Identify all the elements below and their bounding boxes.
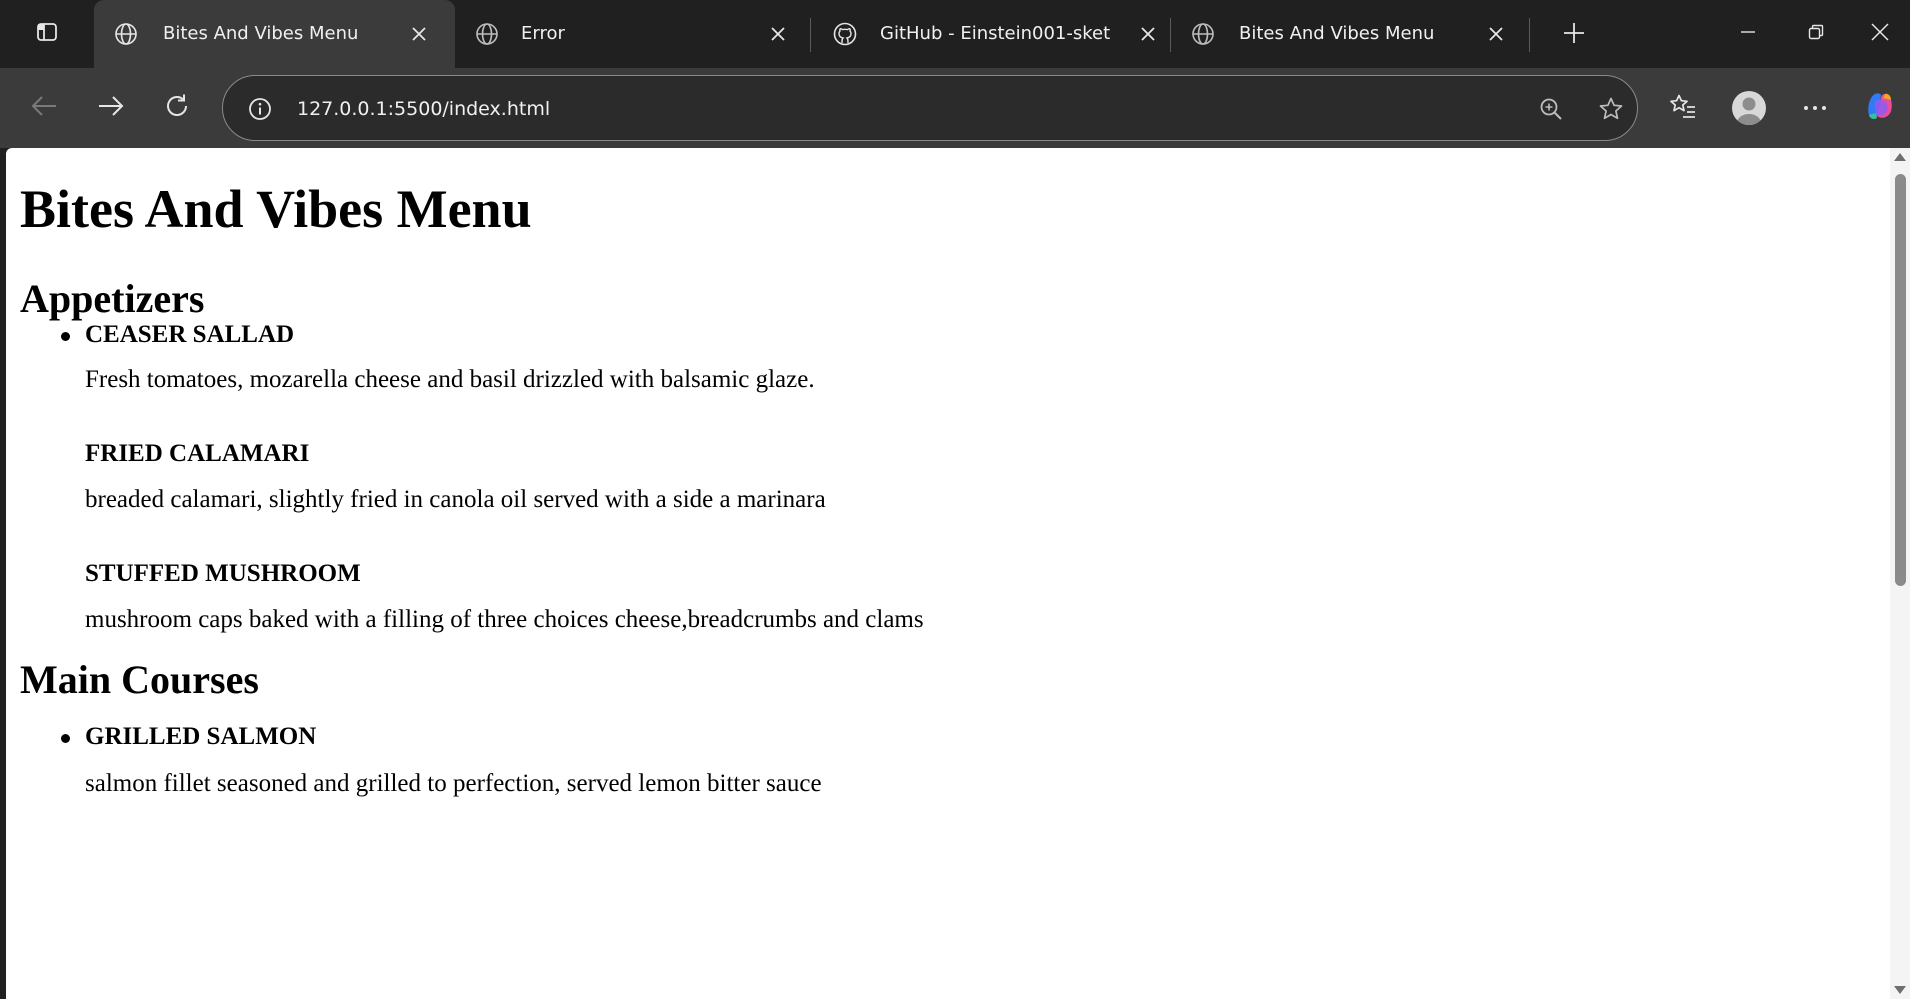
avatar [1732, 91, 1766, 125]
tab-title: GitHub - Einstein001-sketch [880, 23, 1110, 44]
scroll-down-arrow-icon[interactable] [1894, 986, 1906, 994]
list-bullet [61, 734, 70, 743]
menu-item-name: GRILLED SALMON [85, 723, 317, 750]
close-tab-icon[interactable] [407, 22, 431, 46]
copilot-icon [1863, 89, 1897, 128]
refresh-button[interactable] [157, 88, 197, 128]
tab-bites-and-vibes-menu-active[interactable]: Bites And Vibes Menu [94, 0, 455, 68]
close-window-button[interactable] [1850, 0, 1910, 68]
tab-actions-icon [36, 21, 58, 48]
copilot-button[interactable] [1860, 88, 1900, 128]
address-bar[interactable] [222, 75, 1638, 141]
section-heading-main-courses: Main Courses [20, 657, 259, 702]
tab-title: Bites And Vibes Menu [1239, 23, 1435, 44]
tab-actions-button[interactable] [0, 0, 94, 68]
minimize-button[interactable] [1714, 0, 1782, 68]
scroll-up-arrow-icon[interactable] [1894, 153, 1906, 161]
github-icon [833, 22, 857, 46]
forward-button[interactable] [91, 88, 131, 128]
globe-icon [114, 22, 138, 46]
arrow-left-icon [31, 95, 57, 122]
section-heading-appetizers: Appetizers [20, 276, 205, 321]
zoom-icon[interactable] [1537, 95, 1565, 123]
menu-item-description: salmon fillet seasoned and grilled to pe… [85, 770, 822, 797]
new-tab-button[interactable] [1555, 16, 1593, 54]
menu-item-name: CEASER SALLAD [85, 321, 295, 348]
tab-title: Error [521, 23, 565, 44]
restore-icon [1808, 24, 1824, 45]
tab-separator [1529, 18, 1530, 52]
menu-item-description: Fresh tomatoes, mozarella cheese and bas… [85, 366, 815, 393]
back-button[interactable] [24, 88, 64, 128]
vertical-scrollbar[interactable] [1890, 148, 1910, 999]
close-tab-icon[interactable] [1136, 22, 1160, 46]
menu-item-name: STUFFED MUSHROOM [85, 560, 361, 587]
globe-icon [475, 22, 499, 46]
browser-toolbar [0, 68, 1910, 148]
favorite-star-icon[interactable] [1597, 95, 1625, 123]
plus-icon [1563, 22, 1585, 49]
list-bullet [61, 332, 70, 341]
minimize-icon [1740, 24, 1756, 45]
site-info-icon[interactable] [247, 96, 273, 122]
tab-bites-and-vibes-menu[interactable]: Bites And Vibes Menu [1171, 0, 1529, 68]
refresh-icon [164, 93, 190, 124]
tab-strip: Bites And Vibes Menu Error GitHub - Eins… [0, 0, 1910, 68]
page-content: Bites And Vibes Menu Appetizers CEASER S… [6, 148, 1890, 999]
arrow-right-icon [98, 95, 124, 122]
scrollbar-thumb[interactable] [1895, 174, 1906, 586]
tab-github[interactable]: GitHub - Einstein001-sketch [811, 0, 1170, 68]
globe-icon [1191, 22, 1215, 46]
close-tab-icon[interactable] [1484, 22, 1508, 46]
favorites-list-icon [1669, 93, 1697, 124]
tab-error[interactable]: Error [455, 0, 810, 68]
favorites-button[interactable] [1663, 88, 1703, 128]
page-title: Bites And Vibes Menu [20, 179, 532, 239]
profile-button[interactable] [1729, 88, 1769, 128]
menu-item-name: FRIED CALAMARI [85, 440, 310, 467]
menu-item-description: mushroom caps baked with a filling of th… [85, 606, 924, 633]
more-options-button[interactable] [1795, 88, 1835, 128]
restore-button[interactable] [1782, 0, 1850, 68]
more-icon [1803, 99, 1827, 117]
close-tab-icon[interactable] [766, 22, 790, 46]
url-input[interactable] [297, 96, 1197, 122]
close-window-icon [1871, 22, 1889, 46]
tab-title: Bites And Vibes Menu [163, 23, 359, 44]
menu-item-description: breaded calamari, slightly fried in cano… [85, 486, 826, 513]
page-viewport: Bites And Vibes Menu Appetizers CEASER S… [6, 148, 1910, 999]
